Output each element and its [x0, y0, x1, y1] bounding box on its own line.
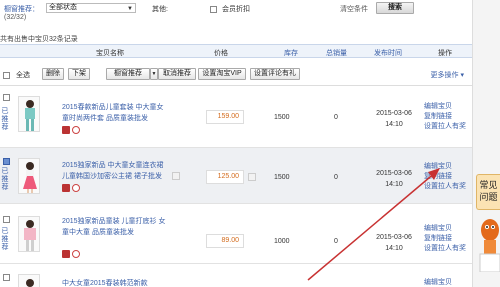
annotation-arrow-icon — [307, 168, 440, 281]
